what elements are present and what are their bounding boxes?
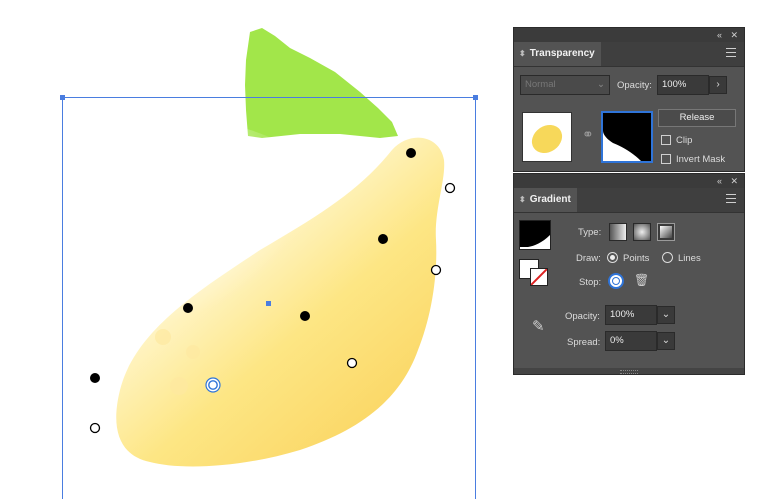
gradient-panel: « ✕ ⬍Gradient Type: Draw: Points Lines bbox=[513, 173, 745, 375]
gradient-opacity-input[interactable]: 100% bbox=[605, 305, 657, 325]
stop-color-swatch[interactable] bbox=[608, 273, 624, 289]
spread-value: 0% bbox=[610, 335, 624, 346]
panel-menu-icon[interactable] bbox=[726, 48, 736, 60]
draw-points-radio[interactable] bbox=[607, 252, 618, 263]
opacity-mask-thumbnail[interactable] bbox=[601, 111, 653, 163]
selection-handle[interactable] bbox=[60, 95, 65, 100]
none-slash-icon bbox=[530, 268, 548, 286]
opacity-label: Opacity: bbox=[617, 80, 652, 91]
selection-handle[interactable] bbox=[473, 95, 478, 100]
chevron-right-icon[interactable]: › bbox=[709, 76, 727, 94]
radial-gradient-button[interactable] bbox=[633, 223, 651, 241]
selection-center-point[interactable] bbox=[266, 301, 271, 306]
chevron-down-icon[interactable]: ⌄ bbox=[657, 306, 675, 324]
gradient-opacity-value: 100% bbox=[610, 309, 635, 320]
mask-thumbnail-icon bbox=[603, 113, 651, 161]
invert-mask-label: Invert Mask bbox=[676, 154, 726, 165]
lemon-spot bbox=[170, 377, 188, 395]
expand-collapse-icon[interactable]: ⬍ bbox=[519, 49, 526, 58]
tab-label: Gradient bbox=[529, 194, 571, 205]
eyedropper-icon[interactable]: ✎ bbox=[532, 317, 545, 335]
gradient-point[interactable] bbox=[183, 303, 193, 313]
release-button[interactable]: Release bbox=[658, 109, 736, 127]
gradient-preview-icon bbox=[520, 221, 550, 247]
collapse-icon[interactable]: « bbox=[717, 29, 722, 41]
type-label: Type: bbox=[578, 227, 602, 238]
gradient-opacity-label: Opacity: bbox=[565, 311, 600, 322]
lemon-spot bbox=[155, 329, 171, 345]
draw-label: Draw: bbox=[576, 253, 601, 264]
chevron-down-icon[interactable]: ⌄ bbox=[657, 332, 675, 350]
panel-title-bar[interactable]: « ✕ bbox=[514, 174, 744, 188]
lemon-highlight bbox=[15, 120, 355, 380]
close-icon[interactable]: ✕ bbox=[730, 175, 738, 187]
panel-tab-row: ⬍ Gradient bbox=[514, 188, 744, 213]
stop-label: Stop: bbox=[579, 277, 602, 288]
panel-tab-row: ⬍ Transparency bbox=[514, 42, 744, 67]
gradient-point[interactable] bbox=[300, 311, 310, 321]
panel-menu-icon[interactable] bbox=[726, 194, 736, 206]
panel-resize-grip[interactable] bbox=[514, 368, 744, 374]
freeform-gradient-icon bbox=[660, 226, 672, 238]
linear-gradient-button[interactable] bbox=[609, 223, 627, 241]
close-icon[interactable]: ✕ bbox=[730, 29, 738, 41]
draw-points-label: Points bbox=[623, 253, 650, 264]
gradient-point-empty[interactable] bbox=[89, 422, 101, 434]
clip-label: Clip bbox=[676, 135, 693, 146]
invert-mask-checkbox[interactable] bbox=[661, 154, 671, 164]
tab-transparency[interactable]: ⬍ Transparency bbox=[514, 42, 601, 66]
opacity-input[interactable]: 100% bbox=[657, 75, 709, 95]
chevron-down-icon: ⌄ bbox=[597, 79, 605, 90]
artwork-thumbnail[interactable] bbox=[522, 112, 572, 162]
gradient-point-empty[interactable] bbox=[430, 264, 442, 276]
blend-mode-value: Normal bbox=[525, 79, 556, 90]
transparency-panel: « ✕ ⬍ Transparency Normal ⌄ Opacity: 100%… bbox=[513, 27, 745, 172]
gradient-point-empty[interactable] bbox=[444, 182, 456, 194]
expand-collapse-icon[interactable]: ⬍ bbox=[519, 195, 526, 204]
spread-label: Spread: bbox=[567, 337, 601, 348]
artboard-canvas[interactable] bbox=[0, 0, 500, 499]
release-button-label: Release bbox=[679, 112, 715, 123]
lemon-thumbnail-icon bbox=[531, 124, 563, 154]
link-icon[interactable]: ⚭ bbox=[582, 126, 594, 143]
collapse-icon[interactable]: « bbox=[717, 175, 722, 187]
stroke-swatch-none[interactable] bbox=[530, 268, 548, 286]
gradient-preview-swatch[interactable] bbox=[519, 220, 551, 250]
blend-mode-select[interactable]: Normal ⌄ bbox=[520, 75, 610, 95]
tab-gradient[interactable]: ⬍ Gradient bbox=[514, 188, 577, 212]
draw-lines-radio[interactable] bbox=[662, 252, 673, 263]
leaf-shape[interactable] bbox=[245, 28, 398, 138]
lemon-spot bbox=[186, 345, 200, 359]
tab-label: Transparency bbox=[529, 48, 595, 59]
gradient-point[interactable] bbox=[90, 373, 100, 383]
gradient-point[interactable] bbox=[378, 234, 388, 244]
trash-icon[interactable]: 🗑 bbox=[634, 273, 649, 287]
clip-checkbox[interactable] bbox=[661, 135, 671, 145]
gradient-point-selected-inner bbox=[208, 380, 218, 390]
draw-lines-label: Lines bbox=[678, 253, 701, 264]
spread-input[interactable]: 0% bbox=[605, 331, 657, 351]
panel-title-bar[interactable]: « ✕ bbox=[514, 28, 744, 42]
gradient-point[interactable] bbox=[406, 148, 416, 158]
freeform-gradient-button[interactable] bbox=[657, 223, 675, 241]
gradient-point-empty[interactable] bbox=[346, 357, 358, 369]
opacity-value: 100% bbox=[662, 79, 687, 90]
